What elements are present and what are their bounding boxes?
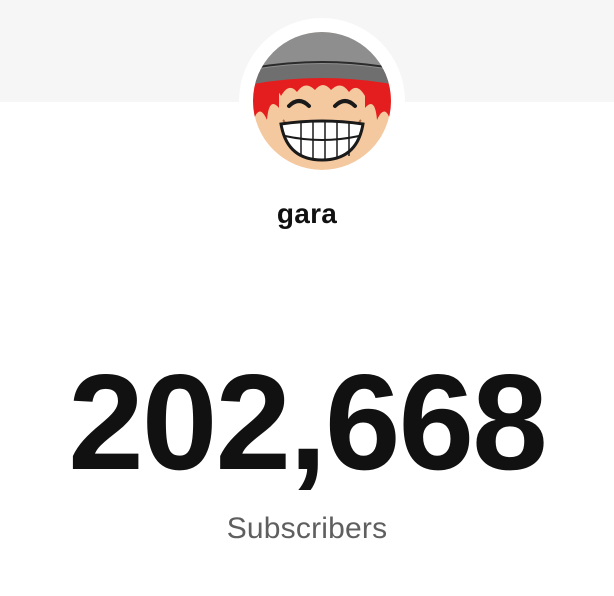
avatar[interactable] [253,32,391,170]
subscriber-count-page: gara 202,668 Subscribers [0,0,614,596]
grinning-cartoon-face-icon [253,32,391,170]
subscriber-count: 202,668 [68,346,548,498]
channel-name[interactable]: gara [0,198,614,230]
subscriber-label: Subscribers [226,512,388,545]
